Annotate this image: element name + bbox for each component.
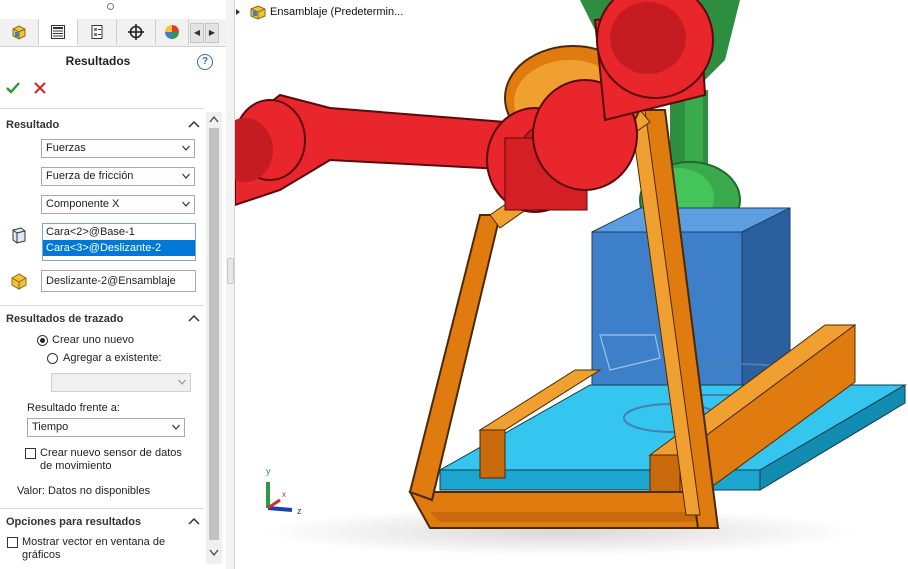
vector-label-line1: Mostrar vector en ventana de (22, 536, 166, 548)
checkmark-icon (6, 82, 20, 94)
result-component-select[interactable]: Componente X (41, 195, 195, 214)
divider (0, 108, 204, 109)
value-status-text: Valor: Datos no disponibles (17, 485, 151, 497)
versus-value: Tiempo (32, 421, 69, 433)
tab-scroll-left-button[interactable]: ◀ (190, 23, 204, 43)
radio-crear-nuevo-label: Crear uno nuevo (52, 334, 134, 346)
ok-button[interactable] (5, 80, 21, 99)
close-icon (34, 82, 46, 94)
manager-tab-bar: ◀ ▶ (0, 19, 226, 47)
dimxpert-tab[interactable] (117, 19, 156, 45)
divider (0, 305, 204, 306)
divider (0, 508, 204, 509)
chevron-down-icon (178, 379, 186, 385)
color-wheel-icon (165, 25, 179, 39)
scrollbar-thumb[interactable] (209, 128, 219, 540)
triad-x-label: x (282, 490, 286, 499)
cancel-button[interactable] (33, 81, 47, 98)
assembly-tree-icon (12, 25, 26, 40)
coordinate-triad: y z x (266, 466, 302, 516)
expand-arrow-icon[interactable] (233, 7, 243, 17)
propertymanager-tab[interactable] (39, 19, 78, 46)
triad-y-label: y (266, 466, 271, 476)
chevron-down-icon (182, 145, 190, 151)
chevron-down-icon (182, 201, 190, 207)
property-manager-panel: ◀ ▶ Resultados ? Resultado Fuerzas Fuerz… (0, 0, 227, 569)
component-field[interactable]: Deslizante-2@Ensamblaje (41, 270, 196, 292)
configurationmanager-tab[interactable] (78, 19, 117, 45)
tab-scroll-right-button[interactable]: ▶ (205, 23, 219, 43)
result-subcategory-select[interactable]: Fuerza de fricción (41, 167, 195, 186)
help-icon[interactable]: ? (197, 54, 213, 70)
sensor-label-line1: Crear nuevo sensor de datos (40, 447, 182, 459)
collapse-chevron-icon[interactable] (188, 119, 200, 129)
appearances-tab[interactable] (156, 19, 189, 45)
radio-crear-nuevo[interactable] (37, 335, 48, 346)
panel-scrollbar[interactable] (206, 112, 222, 564)
vector-label-line2: gráficos (22, 549, 61, 561)
sensor-label-line2: de movimiento (40, 460, 112, 472)
property-list-icon (51, 25, 65, 39)
feature-tree-flyout[interactable]: Ensamblaje (Predetermin... (233, 4, 403, 20)
sensor-checkbox[interactable] (25, 448, 36, 459)
radio-agregar-existente-label: Agregar a existente: (63, 352, 162, 364)
result-category-value: Fuerzas (46, 142, 86, 154)
radio-agregar-existente[interactable] (47, 353, 58, 364)
existing-plot-select[interactable] (51, 373, 191, 392)
result-subcategory-value: Fuerza de fricción (46, 170, 134, 182)
section-title-resultado: Resultado (6, 119, 60, 131)
vector-checkbox[interactable] (7, 537, 18, 548)
scroll-up-icon[interactable] (209, 115, 219, 123)
collapse-chevron-icon[interactable] (188, 313, 200, 323)
splitter-grip[interactable] (227, 258, 234, 284)
result-category-select[interactable]: Fuerzas (41, 139, 195, 158)
panel-splitter[interactable] (226, 0, 235, 569)
assembly-icon (250, 5, 266, 20)
featuremanager-tab[interactable] (0, 19, 39, 45)
chevron-down-icon (172, 424, 180, 430)
assembly-model[interactable]: y z x (235, 0, 908, 569)
versus-label: Resultado frente a: (27, 402, 120, 414)
component-icon (11, 273, 27, 290)
collapse-chevron-icon[interactable] (188, 516, 200, 526)
assembly-tree-label: Ensamblaje (Predetermin... (270, 6, 404, 18)
panel-resize-handle[interactable] (107, 3, 114, 10)
list-item-face-base[interactable]: Cara<2>@Base-1 (43, 224, 195, 240)
section-title-trazado: Resultados de trazado (6, 313, 124, 325)
section-title-opciones: Opciones para resultados (6, 516, 142, 528)
scroll-down-icon[interactable] (209, 549, 219, 557)
result-component-value: Componente X (46, 198, 120, 210)
versus-select[interactable]: Tiempo (27, 418, 185, 437)
face-selection-list[interactable]: Cara<2>@Base-1 Cara<3>@Deslizante-2 (42, 223, 196, 261)
panel-title: Resultados (65, 54, 131, 68)
configuration-icon (91, 25, 103, 39)
chevron-down-icon (182, 173, 190, 179)
triad-z-label: z (297, 506, 302, 516)
crosshair-icon (128, 24, 144, 40)
list-item-face-deslizante[interactable]: Cara<3>@Deslizante-2 (43, 240, 195, 256)
graphics-viewport[interactable]: y z x (235, 0, 908, 569)
face-selection-icon (12, 227, 26, 244)
